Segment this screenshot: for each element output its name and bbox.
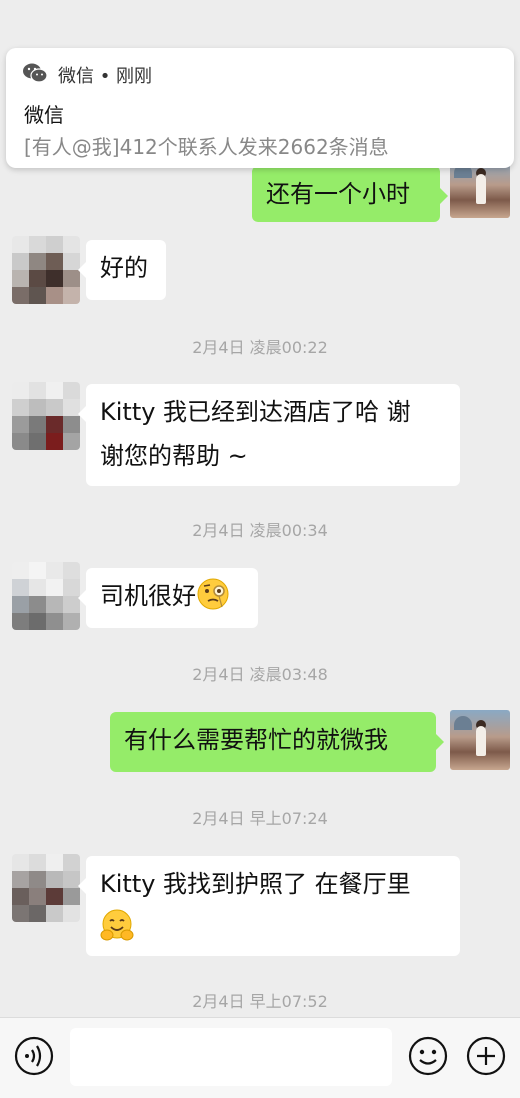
message-bubble-incoming[interactable]: Kitty 我已经到达酒店了哈 谢 谢您的帮助 ~ [78,384,460,486]
notification-banner[interactable]: 微信 • 刚刚 微信 [有人@我]412个联系人发来2662条消息 [6,48,514,168]
timestamp: 2月4日 早上07:52 [192,992,328,1011]
my-avatar[interactable] [450,710,510,770]
contact-avatar[interactable] [12,382,80,450]
message-bubble-incoming[interactable]: Kitty 我找到护照了 在餐厅里 [78,856,460,956]
message-text: 有什么需要帮忙的就微我 [124,726,388,754]
message-text: 好的 [100,254,148,282]
voice-icon[interactable] [14,1036,54,1076]
timestamp: 2月4日 早上07:24 [192,809,328,828]
message-text-line: 谢您的帮助 ~ [100,442,248,470]
chat-area: 还有一个小时 好的 2月4日 凌晨00:22 Kitty 我已经到达酒店了哈 谢… [0,0,520,1017]
message-bubble-outgoing[interactable]: 有什么需要帮忙的就微我 [110,712,444,772]
timestamp: 2月4日 凌晨03:48 [192,665,328,684]
notification-title: 微信 [24,103,64,127]
notification-app-name: 微信 • 刚刚 [58,66,153,87]
contact-avatar[interactable] [12,236,80,304]
message-text: 司机很好 [100,582,196,610]
message-bubble-outgoing[interactable]: 还有一个小时 [252,166,448,222]
message-bubble-incoming[interactable]: 司机很好 [78,568,258,628]
face-with-monocle-icon [197,578,229,610]
wechat-icon [23,63,48,83]
plus-icon[interactable] [466,1036,506,1076]
message-bubble-incoming[interactable]: 好的 [78,240,166,300]
message-text: 还有一个小时 [266,180,410,208]
timestamp: 2月4日 凌晨00:22 [192,338,328,357]
emoji-icon[interactable] [408,1036,448,1076]
contact-avatar[interactable] [12,854,80,922]
contact-avatar[interactable] [12,562,80,630]
timestamp: 2月4日 凌晨00:34 [192,521,328,540]
hugging-face-icon [100,909,134,941]
message-text-line: Kitty 我找到护照了 在餐厅里 [100,870,411,898]
notification-body: [有人@我]412个联系人发来2662条消息 [24,135,389,159]
input-bar [0,1017,520,1098]
message-text-line: Kitty 我已经到达酒店了哈 谢 [100,398,411,426]
message-input[interactable] [70,1028,392,1086]
